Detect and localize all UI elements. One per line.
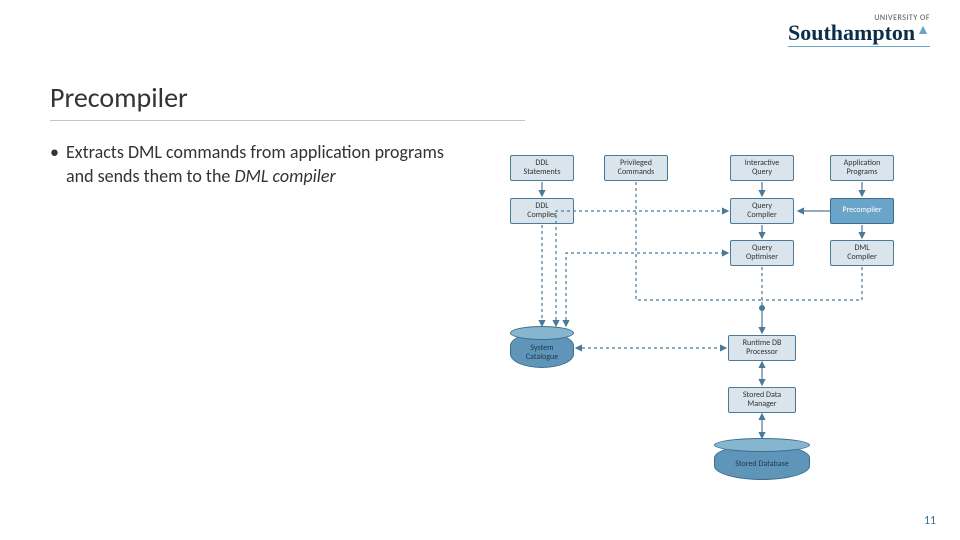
- node-privileged-commands: PrivilegedCommands: [604, 155, 668, 181]
- node-stored-data-manager: Stored DataManager: [728, 387, 796, 413]
- node-interactive-query: InteractiveQuery: [730, 155, 794, 181]
- slide-number: 11: [924, 514, 936, 528]
- bullet-mark-icon: •: [50, 140, 59, 164]
- node-ddl-compiler: DDLCompiler: [510, 198, 574, 224]
- slide-title: Precompiler: [50, 80, 188, 115]
- node-ddl-statements: DDLStatements: [510, 155, 574, 181]
- cylinder-stored-database: Stored Database: [714, 440, 810, 480]
- node-query-optimiser: QueryOptimiser: [730, 240, 794, 266]
- bullet-text: Extracts DML commands from application p…: [66, 140, 450, 189]
- diagram-arrows: [480, 140, 940, 500]
- node-runtime-db-processor: Runtime DBProcessor: [728, 335, 796, 361]
- node-dml-compiler: DMLCompiler: [830, 240, 894, 266]
- title-underline: [50, 120, 525, 121]
- node-query-compiler: QueryCompiler: [730, 198, 794, 224]
- logo-big-text: Southampton▲: [788, 22, 930, 44]
- cylinder-system-catalogue: SystemCatalogue: [510, 328, 574, 368]
- bullet-item: • Extracts DML commands from application…: [50, 140, 450, 189]
- logo-accent-icon: ▲: [916, 21, 930, 37]
- node-precompiler: Precompiler: [830, 198, 894, 224]
- university-logo: UNIVERSITY OF Southampton▲: [788, 14, 930, 47]
- architecture-diagram: DDLStatements PrivilegedCommands Interac…: [480, 140, 940, 500]
- node-application-programs: ApplicationPrograms: [830, 155, 894, 181]
- logo-underline: [788, 46, 930, 47]
